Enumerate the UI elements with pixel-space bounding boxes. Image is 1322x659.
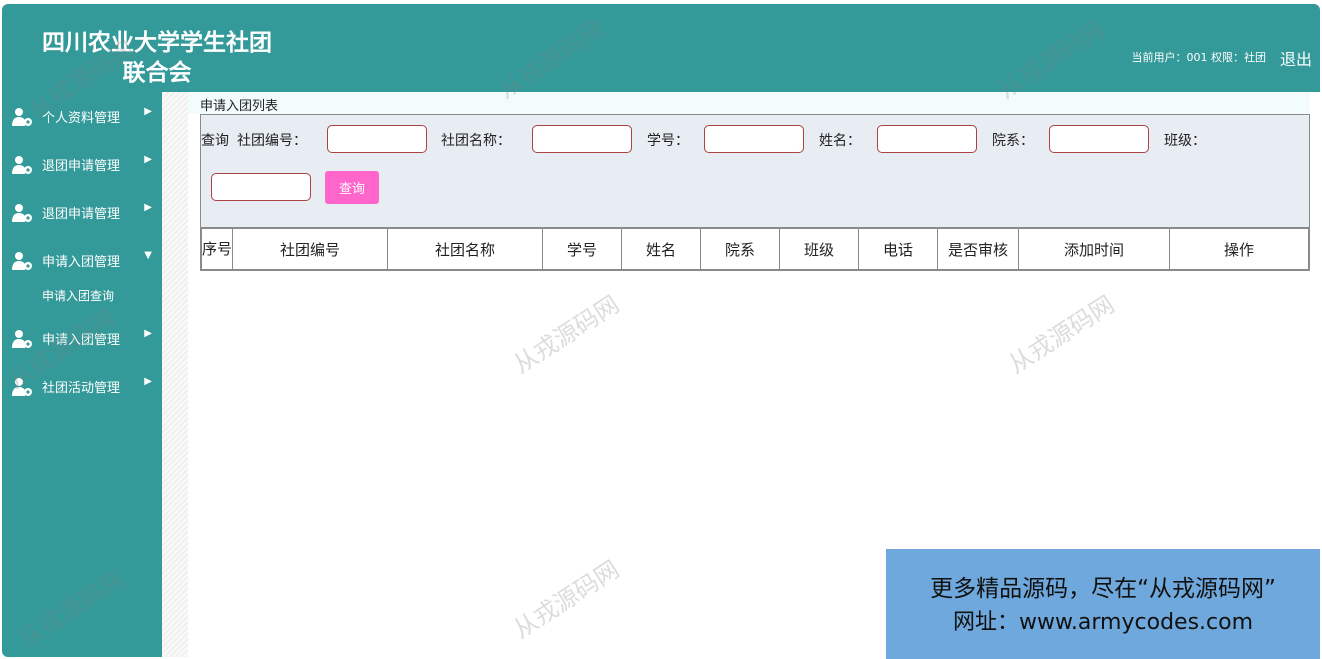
department-label: 院系： [992, 133, 1034, 149]
column-header: 社团名称 [387, 227, 543, 271]
table-header-row: 序号 社团编号 社团名称 学号 姓名 院系 班级 电话 是否审核 添加时间 操作 [200, 227, 1310, 271]
sidebar-item-withdraw[interactable]: 退团申请管理 ▶ [2, 140, 162, 188]
student-id-label: 学号： [647, 133, 689, 149]
query-button[interactable]: 查询 [325, 171, 379, 204]
column-header: 学号 [542, 227, 622, 271]
breadcrumb: 申请入团列表 [188, 92, 1310, 114]
column-header: 班级 [779, 227, 859, 271]
club-name-input[interactable] [532, 125, 632, 153]
promo-line2: 网址：www.armycodes.com [952, 610, 1254, 635]
column-header: 添加时间 [1018, 227, 1170, 271]
column-header: 院系 [700, 227, 780, 271]
sidebar-item-withdraw-2[interactable]: 退团申请管理 ▶ [2, 188, 162, 236]
column-header: 序号 [200, 227, 233, 271]
chevron-right-icon: ▶ [144, 154, 152, 165]
submenu-join-query[interactable]: 申请入团查询 [42, 287, 114, 304]
column-header: 电话 [858, 227, 938, 271]
search-prefix-label: 查询 [201, 133, 229, 149]
chevron-right-icon: ▶ [144, 106, 152, 117]
sidebar-item-label: 社团活动管理 [42, 381, 121, 396]
class-input[interactable] [211, 173, 311, 201]
name-input[interactable] [877, 125, 977, 153]
chevron-right-icon: ▶ [144, 376, 152, 387]
current-user-info: 当前用户：001 权限：社团 [1131, 51, 1267, 64]
search-panel: 查询 社团编号： 社团名称： 学号： 姓名： 院系： 班级： 查询 [200, 114, 1310, 228]
name-label: 姓名： [819, 133, 861, 149]
header-bar: 四川农业大学学生社团 联合会 当前用户：001 权限：社团 退出 [2, 4, 1320, 92]
promo-line1: 更多精品源码，尽在“从戎源码网” [930, 576, 1276, 602]
sidebar-splitter[interactable] [162, 92, 188, 657]
student-id-input[interactable] [704, 125, 804, 153]
club-name-label: 社团名称： [441, 133, 511, 149]
logout-link[interactable]: 退出 [1280, 46, 1312, 70]
column-header: 是否审核 [937, 227, 1019, 271]
sidebar-item-label: 退团申请管理 [42, 207, 121, 222]
chevron-right-icon: ▶ [144, 328, 152, 339]
user-gear-icon [12, 156, 32, 174]
breadcrumb-label: 申请入团列表 [200, 99, 279, 114]
class-label: 班级： [1164, 133, 1206, 149]
chevron-down-icon: ▼ [144, 250, 152, 261]
sidebar-item-join[interactable]: 申请入团管理 ▼ [2, 236, 162, 284]
sidebar-item-label: 申请入团管理 [42, 255, 121, 270]
club-id-input[interactable] [327, 125, 427, 153]
club-id-label: 社团编号： [237, 133, 307, 149]
promo-banner: 更多精品源码，尽在“从戎源码网” 网址：www.armycodes.com [886, 549, 1320, 659]
application-table: 序号 社团编号 社团名称 学号 姓名 院系 班级 电话 是否审核 添加时间 操作 [200, 227, 1310, 271]
column-header: 社团编号 [232, 227, 388, 271]
column-header: 姓名 [621, 227, 701, 271]
department-input[interactable] [1049, 125, 1149, 153]
user-gear-icon [12, 252, 32, 270]
chevron-right-icon: ▶ [144, 202, 152, 213]
sidebar-item-label: 退团申请管理 [42, 159, 121, 174]
column-header: 操作 [1169, 227, 1310, 271]
site-title-line1: 四川农业大学学生社团 [42, 29, 272, 56]
user-gear-icon [12, 204, 32, 222]
